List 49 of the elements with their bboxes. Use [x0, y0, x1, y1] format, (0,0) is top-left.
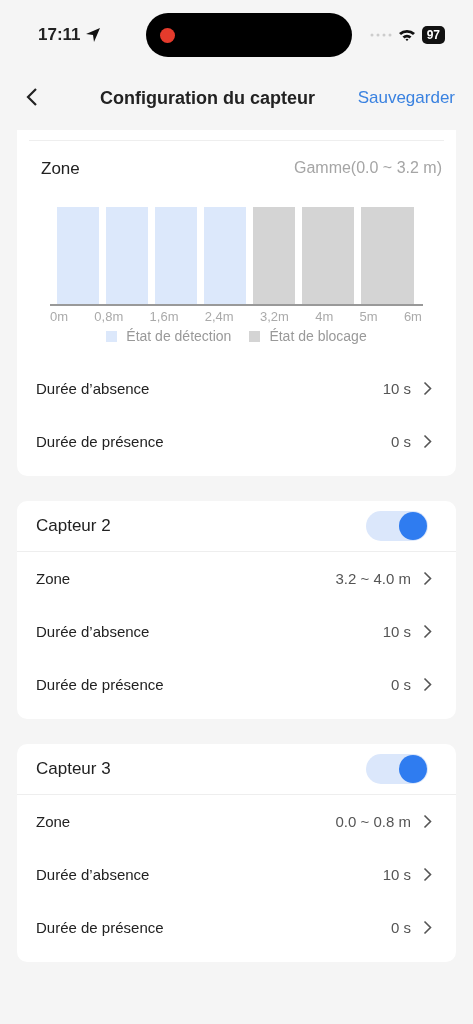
axis-tick-label: 1,6m [149, 309, 179, 324]
zone-range: Gamme(0.0 ~ 3.2 m) [293, 159, 442, 178]
axis-tick-label: 2,4m [204, 309, 234, 324]
setting-value: 10 s [382, 866, 411, 883]
setting-value: 0 s [391, 433, 411, 450]
chevron-icon[interactable] [423, 867, 432, 882]
axis-tick-label: 6m [403, 309, 422, 324]
setting-label: Durée d’absence [36, 866, 150, 883]
chevron-icon[interactable] [423, 624, 432, 639]
axis-tick-label: 3,2m [259, 309, 289, 324]
battery-indicator: 97 [421, 26, 445, 44]
setting-value: 3.2 ~ 4.0 m [335, 570, 411, 587]
legend-label: État de détection [126, 328, 232, 344]
setting-label: Durée de présence [36, 676, 164, 693]
axis-tick-label: 0,8m [94, 309, 124, 324]
chevron-icon[interactable] [423, 814, 432, 829]
toggle-switch[interactable] [366, 754, 428, 784]
setting-value: 0.0 ~ 0.8 m [335, 813, 411, 830]
status-time: 17:11 [38, 25, 81, 45]
chevron-icon[interactable] [423, 434, 432, 449]
setting-label: Durée de présence [36, 919, 164, 936]
zone-label: Zone [41, 159, 80, 179]
location-icon [84, 27, 101, 43]
setting-label: Zone [36, 813, 71, 830]
setting-label: Zone [36, 570, 71, 587]
page-title: Configuration du capteur [100, 87, 315, 109]
signal-icon [369, 33, 392, 37]
setting-label: Durée d’absence [36, 623, 150, 640]
setting-label: Durée de présence [36, 433, 164, 450]
chevron-icon[interactable] [423, 571, 432, 586]
setting-value: 0 s [391, 676, 411, 693]
wifi-icon [397, 28, 416, 42]
setting-value: 0 s [391, 919, 411, 936]
axis-tick-label: 5m [359, 309, 378, 324]
chevron-icon[interactable] [423, 920, 432, 935]
sensor-title: Capteur 3 [36, 759, 111, 779]
axis-tick-label: 0m [50, 309, 69, 324]
legend-label: État de blocage [269, 328, 367, 344]
back-icon[interactable] [26, 86, 38, 107]
chevron-icon[interactable] [423, 381, 432, 396]
axis-tick-label: 4m [315, 309, 334, 324]
recording-dot [159, 27, 175, 43]
sensor-title: Capteur 2 [36, 516, 111, 536]
toggle-switch[interactable] [366, 511, 428, 541]
setting-label: Durée d’absence [36, 380, 150, 397]
setting-value: 10 s [382, 623, 411, 640]
save-button[interactable]: Sauvegarder [357, 88, 455, 108]
chevron-icon[interactable] [423, 677, 432, 692]
setting-value: 10 s [382, 380, 411, 397]
